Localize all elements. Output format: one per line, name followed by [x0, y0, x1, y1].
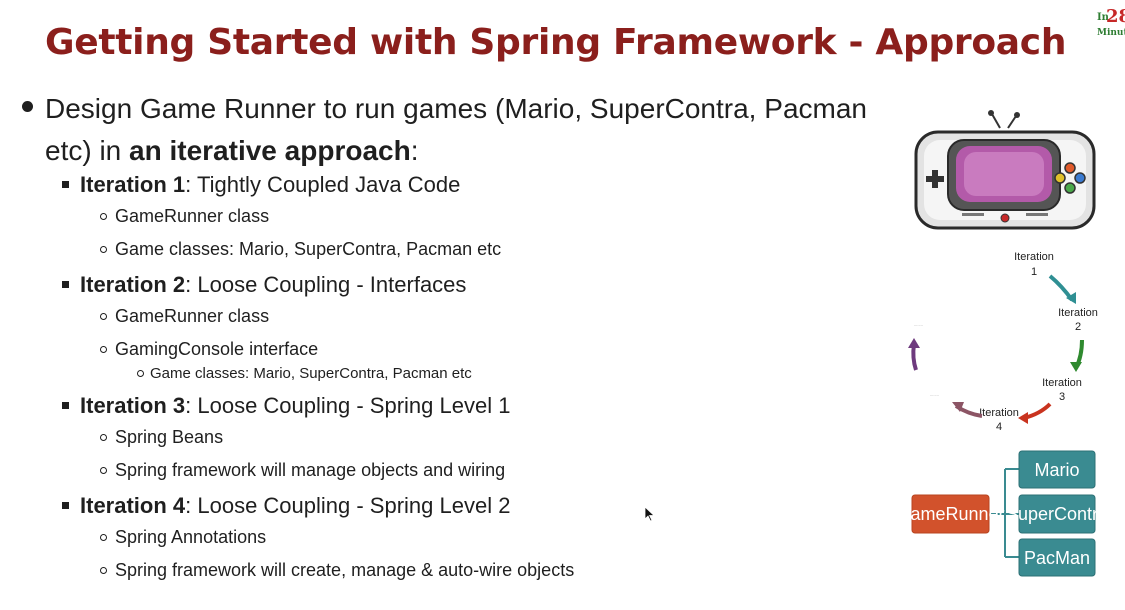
svg-text:1: 1 [1031, 266, 1037, 278]
iteration-1-bullet: Iteration 1: Tightly Coupled Java Code [62, 172, 461, 198]
circle-bullet [137, 370, 144, 377]
iteration-label: Iteration 4 [80, 493, 186, 518]
mario-label: Mario [1034, 460, 1079, 480]
iteration-4-item-2: Spring framework will create, manage & a… [100, 560, 574, 581]
cycle-label-1: Iteration 1 [1014, 251, 1054, 278]
supercontra-label: SuperContra [1006, 504, 1101, 524]
iteration-4-item-1: Spring Annotations [100, 527, 266, 548]
svg-text:4: 4 [996, 421, 1002, 433]
iteration-2-item-1: GameRunner class [100, 306, 269, 327]
intro-colon: : [410, 135, 419, 166]
gamerunner-hierarchy-diagram: GameRunner Mario SuperContra PacMan [905, 450, 1101, 577]
cycle-faint-label: ........ [930, 392, 939, 397]
intro-bullet: Design Game Runner to run games (Mario, … [45, 88, 867, 172]
square-bullet [62, 502, 69, 509]
cycle-label-2: Iteration 2 [1058, 307, 1098, 333]
mouse-cursor-icon [644, 506, 656, 522]
intro-bold: an iterative approach [129, 135, 411, 166]
iteration-cycle-diagram: Iteration 1 Iteration 2 Iteration 3 Iter… [908, 251, 1098, 433]
circle-bullet [100, 567, 107, 574]
iteration-label: Iteration 3 [80, 393, 186, 418]
iteration-label: Iteration 1 [80, 172, 186, 197]
cycle-arrowhead-2 [1070, 362, 1082, 372]
iteration-desc: : Tightly Coupled Java Code [185, 172, 461, 197]
iteration-desc: : Loose Coupling - Spring Level 1 [185, 393, 511, 418]
iteration-desc: : Loose Coupling - Spring Level 2 [185, 493, 511, 518]
iteration-2-bullet: Iteration 2: Loose Coupling - Interfaces [62, 272, 467, 298]
square-bullet [62, 281, 69, 288]
svg-text:Iteration: Iteration [1014, 251, 1054, 263]
cycle-label-3: Iteration 3 [1042, 377, 1082, 403]
circle-bullet [100, 246, 107, 253]
circle-bullet [100, 534, 107, 541]
iteration-3-bullet: Iteration 3: Loose Coupling - Spring Lev… [62, 393, 511, 419]
iteration-3-item-2: Spring framework will manage objects and… [100, 460, 505, 481]
iteration-4-bullet: Iteration 4: Loose Coupling - Spring Lev… [62, 493, 511, 519]
svg-text:2: 2 [1075, 321, 1081, 333]
slide: Getting Started with Spring Framework - … [0, 0, 1125, 610]
gamerunner-label: GameRunner [905, 504, 1005, 524]
iteration-2-item-2: GamingConsole interface [100, 339, 318, 360]
slide-title: Getting Started with Spring Framework - … [45, 22, 1067, 63]
circle-bullet [100, 467, 107, 474]
svg-text:Iteration: Iteration [1058, 307, 1098, 319]
circle-bullet [100, 434, 107, 441]
iteration-3-item-1: Spring Beans [100, 427, 223, 448]
iteration-1-item-1: GameRunner class [100, 206, 269, 227]
circle-bullet [100, 346, 107, 353]
iteration-2-subitem-1: Game classes: Mario, SuperContra, Pacman… [137, 365, 472, 382]
cycle-arrowhead-5 [908, 338, 920, 348]
circle-bullet [100, 213, 107, 220]
svg-text:3: 3 [1059, 391, 1065, 403]
bullet-dot [22, 101, 33, 112]
iteration-desc: : Loose Coupling - Interfaces [185, 272, 467, 297]
iteration-label: Iteration 2 [80, 272, 186, 297]
svg-text:Iteration: Iteration [1042, 377, 1082, 389]
square-bullet [62, 181, 69, 188]
svg-text:Iteration: Iteration [979, 407, 1019, 419]
pacman-label: PacMan [1024, 548, 1090, 568]
square-bullet [62, 402, 69, 409]
cycle-arrowhead-3 [1018, 412, 1028, 424]
cycle-faint-label: ........ [914, 322, 923, 327]
cycle-label-4: Iteration 4 [979, 407, 1019, 433]
circle-bullet [100, 313, 107, 320]
in28minutes-logo: In 28 Minut [1097, 6, 1125, 38]
iteration-1-item-2: Game classes: Mario, SuperContra, Pacman… [100, 239, 501, 260]
game-console-icon [914, 110, 1096, 230]
